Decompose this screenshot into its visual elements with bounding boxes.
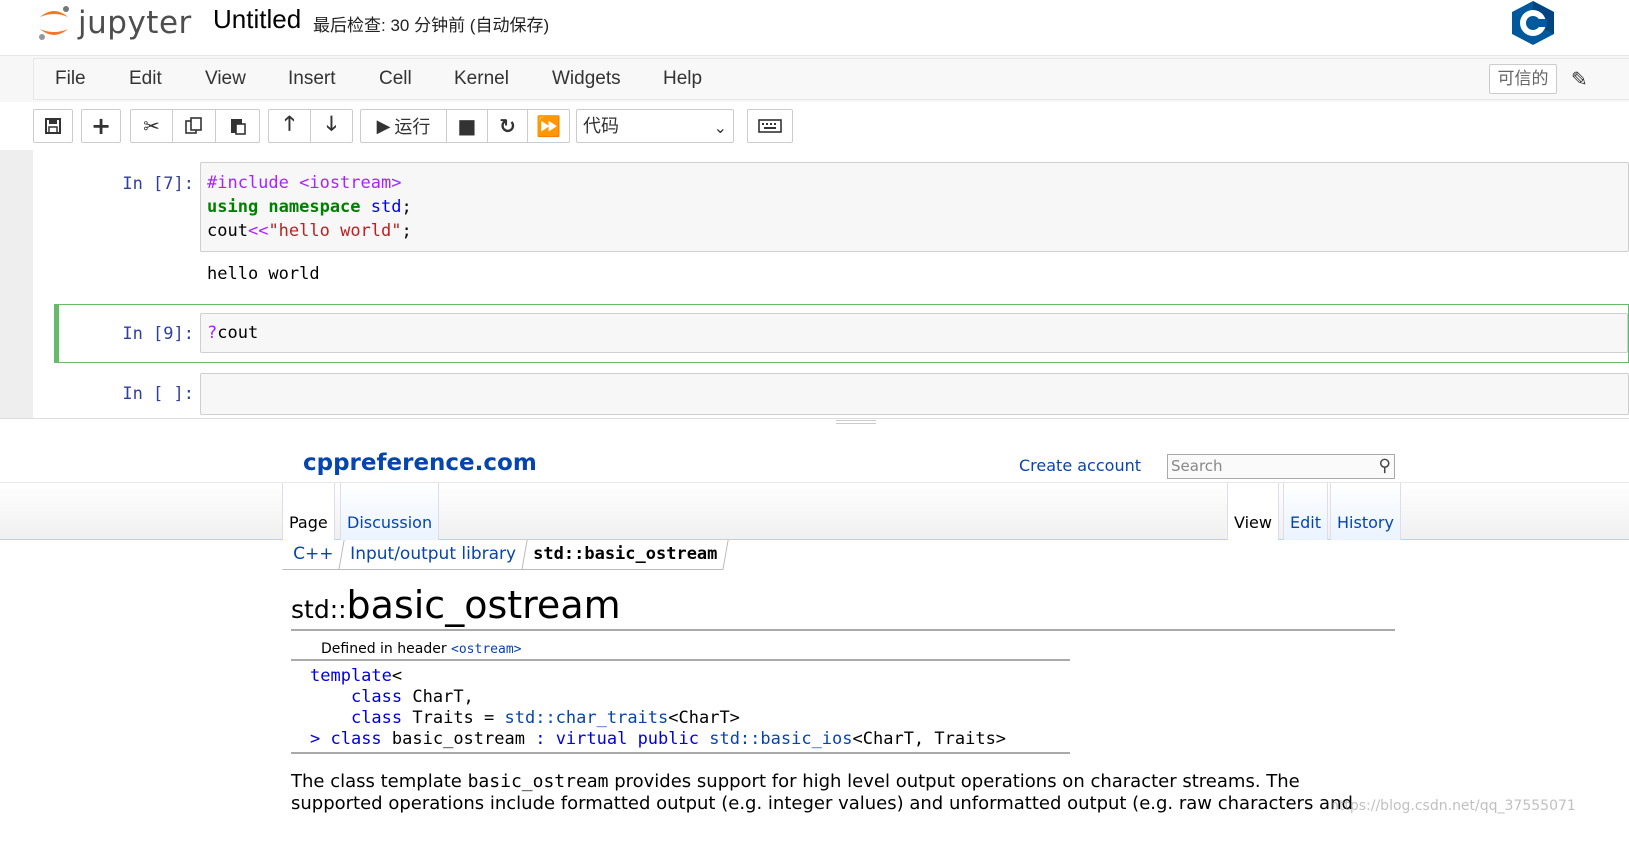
pencil-icon[interactable]: ✎ bbox=[1571, 67, 1588, 91]
page-tabs-bar: Page Discussion View Edit History bbox=[0, 482, 1629, 540]
copy-button[interactable] bbox=[172, 109, 216, 143]
keyboard-icon bbox=[758, 119, 782, 133]
selected-code-cell[interactable]: In [9]: ?cout bbox=[54, 304, 1629, 363]
defined-in-header: Defined in header <ostream> bbox=[291, 641, 1070, 661]
notebook-header: jupyter Untitled 最后检查: 30 分钟前 (自动保存) bbox=[0, 0, 1629, 56]
plus-icon: + bbox=[90, 112, 112, 140]
page-title: std::basic_ostream bbox=[291, 583, 1395, 631]
code-editor[interactable]: #include <iostream> using namespace std;… bbox=[200, 162, 1629, 252]
checkpoint-status: 最后检查: 30 分钟前 (自动保存) bbox=[313, 16, 550, 35]
search-placeholder: Search bbox=[1171, 457, 1223, 475]
menubar-container: File Edit View Insert Cell Kernel Widget… bbox=[0, 56, 1629, 102]
copy-icon bbox=[185, 117, 202, 134]
jupyter-logo-text: jupyter bbox=[78, 5, 192, 41]
cell-type-value: 代码 bbox=[583, 116, 619, 137]
title-prefix: std:: bbox=[291, 595, 347, 624]
run-label: 运行 bbox=[394, 117, 431, 138]
toolbar: + ✂ 🡑 🡓 ▶ 运行 ■ ↻ ⏩ 代码 ⌄ bbox=[0, 102, 1629, 150]
char-traits-link[interactable]: std::char_traits bbox=[505, 708, 669, 728]
declaration-block: template< class CharT, class Traits = st… bbox=[291, 664, 1070, 754]
save-icon bbox=[45, 118, 61, 134]
decl-line: class CharT, bbox=[350, 687, 474, 707]
title-main: basic_ostream bbox=[346, 583, 621, 627]
code-editor[interactable]: ?cout bbox=[200, 313, 1628, 353]
drag-grip-icon bbox=[836, 420, 876, 424]
move-down-button[interactable]: 🡓 bbox=[310, 109, 353, 143]
notebook-container: In [7]: #include <iostream> using namesp… bbox=[33, 150, 1629, 418]
menu-widgets[interactable]: Widgets bbox=[552, 68, 621, 90]
code-cell[interactable]: In [7]: #include <iostream> using namesp… bbox=[54, 160, 1629, 300]
breadcrumb: C++ Input/output library std::basic_ostr… bbox=[282, 540, 730, 570]
cppreference-logo[interactable]: cppreference.com bbox=[303, 450, 537, 476]
input-prompt: In [9]: bbox=[122, 324, 194, 344]
decl-line: > class basic_ostream : virtual public s… bbox=[310, 729, 1007, 749]
pager-resize-handle[interactable] bbox=[0, 418, 1629, 428]
jupyter-logo[interactable]: jupyter bbox=[36, 2, 192, 44]
restart-icon: ↻ bbox=[499, 114, 516, 138]
decl-line: template< bbox=[310, 666, 403, 686]
interrupt-button[interactable]: ■ bbox=[446, 109, 488, 143]
arrow-up-icon: 🡑 bbox=[284, 111, 295, 135]
tab-view[interactable]: View bbox=[1227, 483, 1279, 540]
move-up-button[interactable]: 🡑 bbox=[268, 109, 311, 143]
basic-ios-link[interactable]: std::basic_ios bbox=[699, 729, 852, 749]
paste-button[interactable] bbox=[215, 109, 260, 143]
search-input[interactable]: Search ⚲ bbox=[1167, 454, 1395, 479]
menu-view[interactable]: View bbox=[205, 68, 246, 90]
description-paragraph: The class template basic_ostream provide… bbox=[291, 771, 1353, 814]
cell-output: hello world bbox=[207, 264, 320, 284]
breadcrumb-item[interactable]: Input/output library bbox=[339, 540, 528, 570]
input-prompt: In [ ]: bbox=[122, 384, 194, 404]
notebook-title[interactable]: Untitled bbox=[213, 4, 301, 35]
code-text: cout bbox=[217, 323, 259, 343]
restart-button[interactable]: ↻ bbox=[487, 109, 528, 143]
breadcrumb-item[interactable]: C++ bbox=[282, 540, 346, 570]
code-cell[interactable]: In [ ]: bbox=[54, 368, 1629, 418]
fast-forward-icon: ⏩ bbox=[536, 114, 561, 138]
save-button[interactable] bbox=[33, 109, 73, 143]
cut-icon: ✂ bbox=[143, 114, 160, 138]
stop-icon: ■ bbox=[457, 114, 477, 138]
cpp-kernel-logo-icon bbox=[1512, 1, 1554, 45]
chevron-down-icon: ⌄ bbox=[713, 118, 727, 137]
code-line: using namespace std; bbox=[207, 197, 412, 217]
jupyter-logo-icon bbox=[39, 6, 69, 40]
search-icon[interactable]: ⚲ bbox=[1379, 455, 1391, 478]
arrow-down-icon: 🡓 bbox=[326, 111, 337, 135]
menu-cell[interactable]: Cell bbox=[379, 68, 412, 90]
menu-file[interactable]: File bbox=[55, 68, 86, 90]
insert-cell-button[interactable]: + bbox=[81, 109, 121, 143]
tab-history[interactable]: History bbox=[1330, 483, 1401, 540]
tab-discussion[interactable]: Discussion bbox=[340, 483, 440, 540]
restart-run-all-button[interactable]: ⏩ bbox=[527, 109, 570, 143]
play-icon: ▶ bbox=[376, 115, 391, 137]
cut-button[interactable]: ✂ bbox=[130, 109, 173, 143]
breadcrumb-current: std::basic_ostream bbox=[522, 540, 730, 570]
code-line: cout<<"hello world"; bbox=[207, 221, 412, 241]
paste-icon bbox=[230, 119, 246, 135]
code-editor[interactable] bbox=[200, 373, 1629, 415]
code-line: #include <iostream> bbox=[207, 173, 402, 193]
trusted-indicator[interactable]: 可信的 bbox=[1489, 64, 1557, 94]
defined-in-label: Defined in header bbox=[321, 641, 452, 657]
run-button[interactable]: ▶ 运行 bbox=[360, 109, 447, 143]
menu-edit[interactable]: Edit bbox=[129, 68, 162, 90]
create-account-link[interactable]: Create account bbox=[1019, 456, 1141, 475]
menubar: File Edit View Insert Cell Kernel Widget… bbox=[33, 58, 1629, 100]
cell-type-select[interactable]: 代码 ⌄ bbox=[576, 109, 734, 143]
help-pager: cppreference.com Create account Search ⚲… bbox=[0, 428, 1629, 858]
menu-kernel[interactable]: Kernel bbox=[454, 68, 509, 90]
menu-insert[interactable]: Insert bbox=[288, 68, 336, 90]
menu-help[interactable]: Help bbox=[663, 68, 702, 90]
header-link[interactable]: <ostream> bbox=[451, 642, 521, 657]
notebook-area: In [7]: #include <iostream> using namesp… bbox=[0, 150, 1629, 418]
decl-line: class Traits = std::char_traits<CharT> bbox=[350, 708, 740, 728]
tab-edit[interactable]: Edit bbox=[1283, 483, 1328, 540]
tab-page[interactable]: Page bbox=[282, 483, 335, 540]
command-palette-button[interactable] bbox=[747, 109, 793, 143]
input-prompt: In [7]: bbox=[122, 174, 194, 194]
watermark: https://blog.csdn.net/qq_37555071 bbox=[1330, 798, 1576, 814]
